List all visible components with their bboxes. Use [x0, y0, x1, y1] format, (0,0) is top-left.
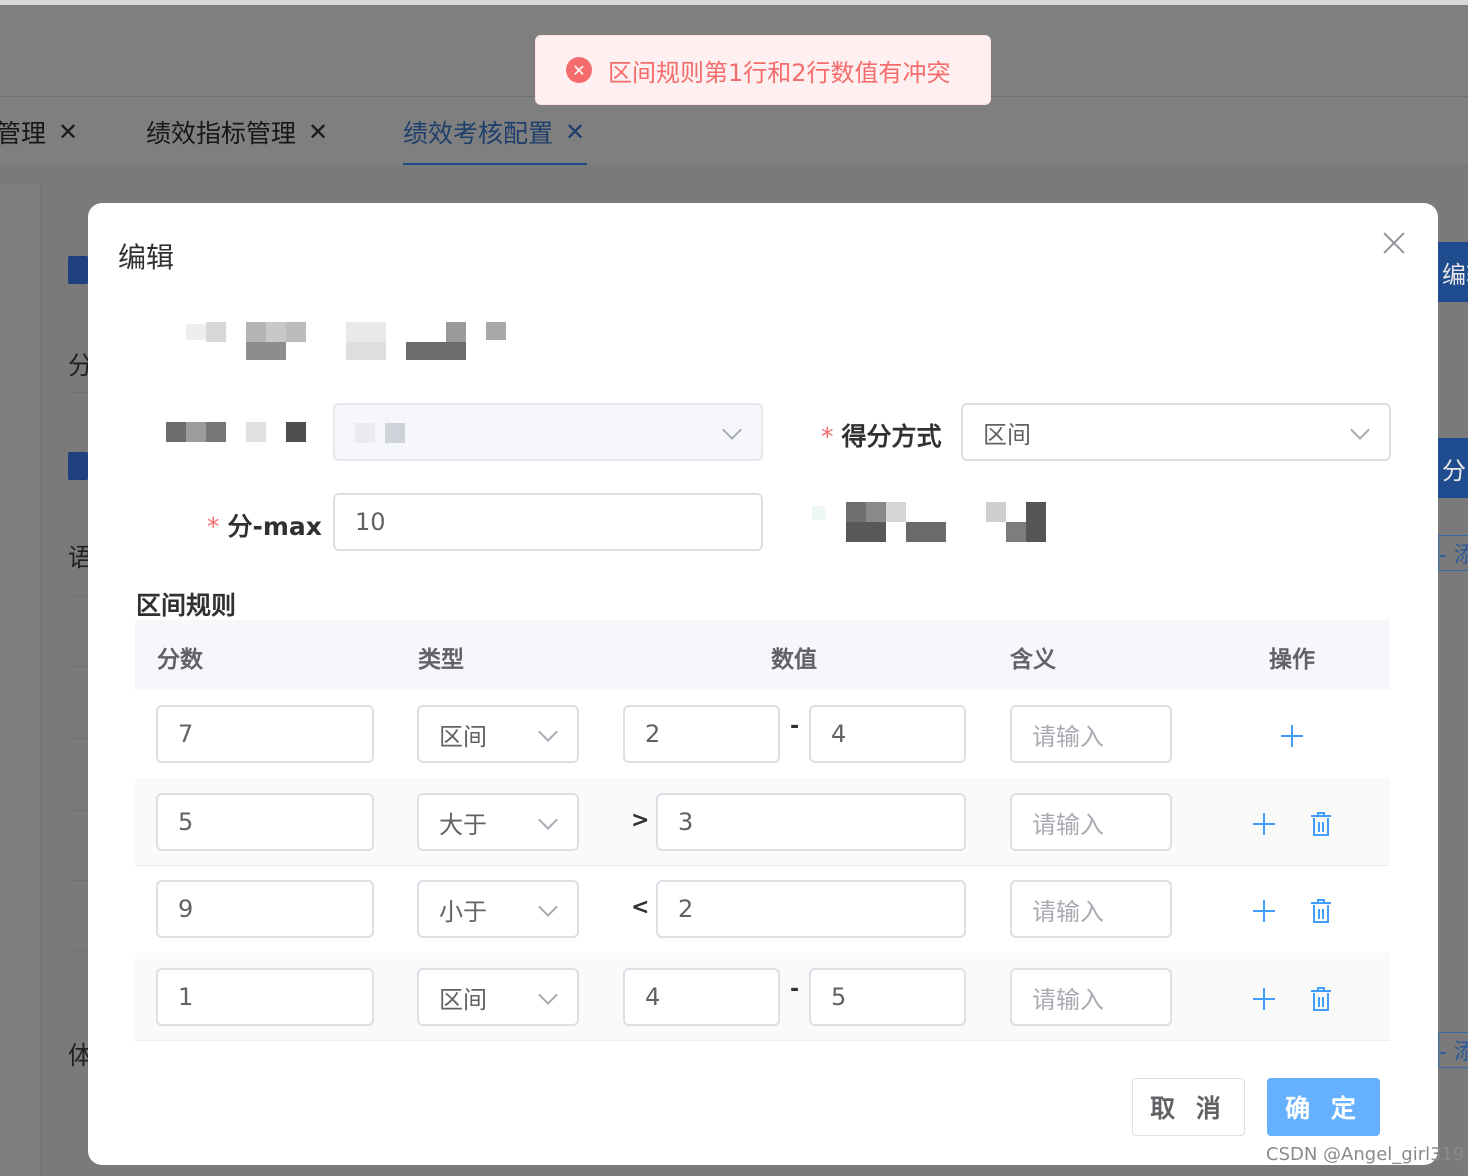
- range-separator: -: [790, 977, 800, 1002]
- bg-edit-button[interactable]: 编辑: [1438, 242, 1468, 302]
- chevron-down-icon: [538, 722, 558, 742]
- chevron-down-icon: [538, 810, 558, 830]
- meaning-input[interactable]: 请输入: [1010, 880, 1172, 938]
- add-row-icon[interactable]: [1253, 988, 1275, 1010]
- score-input[interactable]: 1: [156, 968, 374, 1026]
- input-value: 10: [355, 508, 386, 536]
- type-select[interactable]: 区间: [417, 968, 579, 1026]
- redacted-text: [186, 318, 526, 364]
- col-actions: 操作: [1269, 647, 1315, 673]
- add-row-icon[interactable]: [1281, 725, 1303, 747]
- close-icon[interactable]: ✕: [565, 118, 585, 146]
- error-circle-icon: ✕: [566, 57, 592, 83]
- dialog-title: 编辑: [118, 241, 175, 274]
- type-select[interactable]: 大于: [417, 793, 579, 851]
- select-value: 区间: [983, 420, 1031, 449]
- tab-label: 管理: [0, 119, 47, 148]
- value-min-input[interactable]: 4: [623, 968, 780, 1026]
- watermark: CSDN @Angel_girl319: [1266, 1144, 1465, 1165]
- section-marker: [68, 452, 88, 480]
- toast-message: 区间规则第1行和2行数值有冲突: [608, 58, 951, 87]
- add-row-icon[interactable]: [1253, 900, 1275, 922]
- table-header: [135, 620, 1390, 690]
- score-max-input[interactable]: 10: [333, 493, 763, 551]
- type-select[interactable]: 小于: [417, 880, 579, 938]
- sidebar: [0, 185, 41, 1176]
- close-icon[interactable]: ✕: [58, 118, 78, 146]
- close-icon[interactable]: [1380, 229, 1408, 257]
- redacted-field: [806, 500, 1066, 544]
- meaning-input[interactable]: 请输入: [1010, 793, 1172, 851]
- greater-than-sign: >: [631, 808, 650, 833]
- value-input[interactable]: 2: [656, 880, 966, 938]
- bg-score-button[interactable]: 分: [1438, 438, 1468, 498]
- error-toast: ✕ 区间规则第1行和2行数值有冲突: [535, 35, 991, 105]
- chevron-down-icon: [538, 985, 558, 1005]
- col-type: 类型: [418, 647, 464, 673]
- tab-label: 绩效考核配置: [403, 119, 554, 148]
- score-input[interactable]: 9: [156, 880, 374, 938]
- col-score: 分数: [157, 647, 203, 673]
- confirm-button[interactable]: 确 定: [1267, 1078, 1380, 1136]
- redacted-select: [333, 403, 763, 461]
- meaning-input[interactable]: 请输入: [1010, 968, 1172, 1026]
- bg-add-button[interactable]: - 添: [1438, 535, 1468, 571]
- tab-performance-config[interactable]: 绩效考核配置 ✕: [403, 114, 585, 150]
- close-icon[interactable]: ✕: [308, 118, 328, 146]
- score-max-label: * 分-max: [207, 512, 322, 541]
- chevron-down-icon: [538, 897, 558, 917]
- meaning-input[interactable]: 请输入: [1010, 705, 1172, 763]
- score-input[interactable]: 7: [156, 705, 374, 763]
- bg-add-button[interactable]: - 添: [1438, 1032, 1468, 1068]
- section-marker: [68, 256, 88, 284]
- tab-label: 绩效指标管理: [146, 119, 297, 148]
- col-value: 数值: [771, 647, 817, 673]
- interval-rules-title: 区间规则: [136, 591, 237, 620]
- value-max-input[interactable]: 4: [809, 705, 966, 763]
- value-input[interactable]: 3: [656, 793, 966, 851]
- col-meaning: 含义: [1010, 647, 1056, 673]
- range-separator: -: [790, 714, 800, 739]
- type-select[interactable]: 区间: [417, 705, 579, 763]
- chevron-down-icon: [722, 420, 742, 440]
- tab-management[interactable]: 管理 ✕: [0, 114, 78, 150]
- score-method-label: * 得分方式: [821, 422, 942, 451]
- value-min-input[interactable]: 2: [623, 705, 780, 763]
- score-method-select[interactable]: 区间: [961, 403, 1391, 461]
- score-input[interactable]: 5: [156, 793, 374, 851]
- less-than-sign: <: [631, 895, 650, 920]
- tab-performance-indicators[interactable]: 绩效指标管理 ✕: [146, 114, 328, 150]
- redacted-label: [140, 420, 310, 444]
- delete-icon[interactable]: [1311, 812, 1331, 836]
- chevron-down-icon: [1350, 420, 1370, 440]
- cancel-button[interactable]: 取 消: [1132, 1078, 1245, 1136]
- delete-icon[interactable]: [1311, 899, 1331, 923]
- delete-icon[interactable]: [1311, 987, 1331, 1011]
- add-row-icon[interactable]: [1253, 813, 1275, 835]
- value-max-input[interactable]: 5: [809, 968, 966, 1026]
